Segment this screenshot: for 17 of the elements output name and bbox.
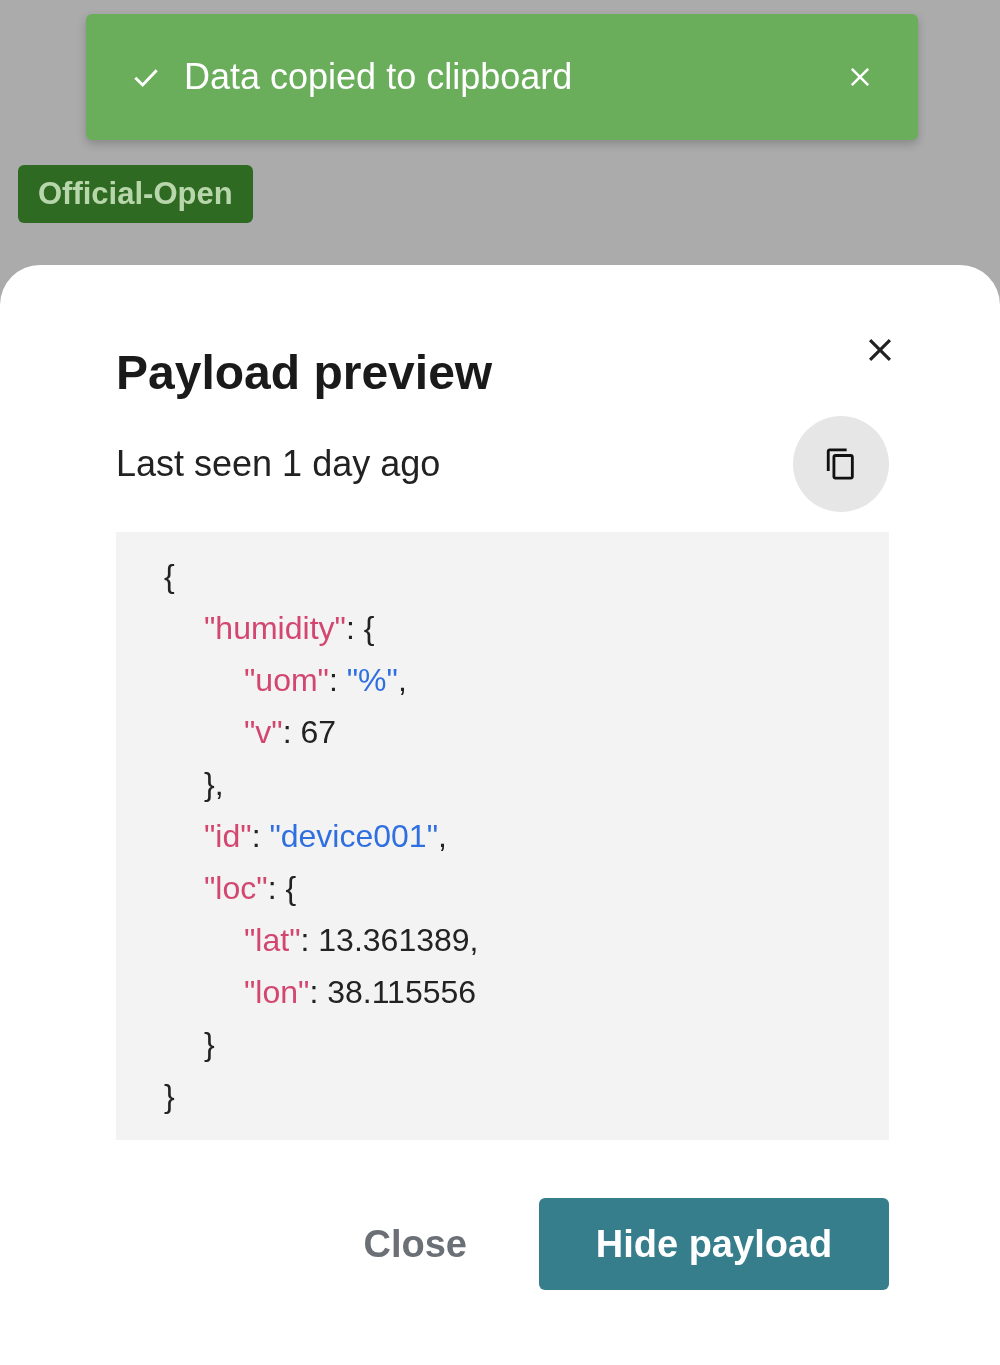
code-line: "lat": 13.361389, bbox=[244, 921, 480, 960]
code-line: } bbox=[204, 1025, 216, 1064]
code-line: "id": "device001", bbox=[204, 817, 448, 856]
code-line: } bbox=[164, 1077, 176, 1116]
code-line: "lon": 38.115556 bbox=[244, 973, 478, 1012]
code-line: "v": 67 bbox=[244, 713, 338, 752]
code-line: }, bbox=[204, 765, 225, 804]
status-badge: Official-Open bbox=[18, 165, 253, 223]
toast-message: Data copied to clipboard bbox=[184, 56, 574, 98]
code-line: "uom": "%", bbox=[244, 661, 408, 700]
dialog-title: Payload preview bbox=[116, 345, 493, 400]
last-seen-text: Last seen 1 day ago bbox=[116, 443, 441, 485]
text-button[interactable]: Close bbox=[363, 1198, 467, 1290]
primary-button[interactable]: Hide payload bbox=[539, 1198, 889, 1290]
code-line: { bbox=[164, 557, 176, 596]
code-line: "loc": { bbox=[204, 869, 298, 908]
code-line: "humidity": { bbox=[204, 609, 376, 648]
